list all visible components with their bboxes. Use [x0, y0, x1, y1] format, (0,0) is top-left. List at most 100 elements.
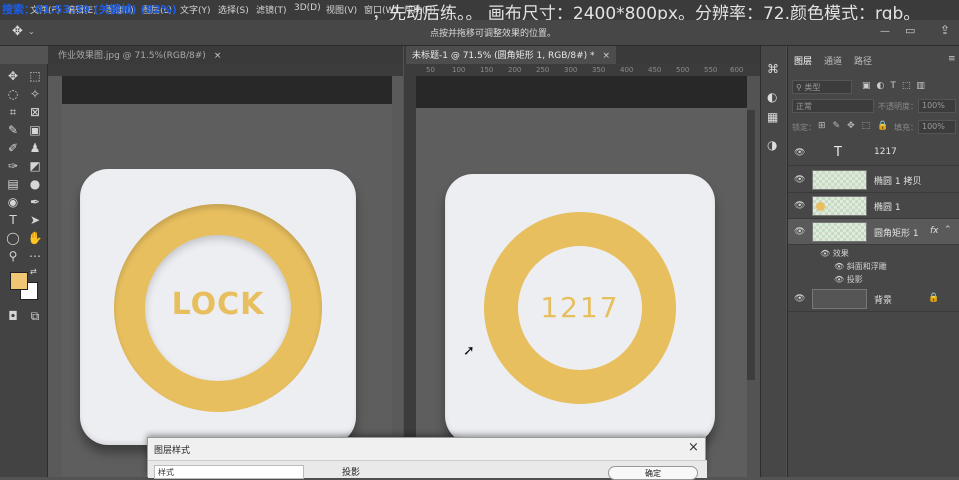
ruler-tick: 250 — [536, 66, 550, 74]
menu-select[interactable]: 选择(S) — [218, 3, 249, 16]
blur-tool-icon[interactable]: ● — [27, 176, 43, 192]
menu-view[interactable]: 视图(V) — [326, 3, 357, 16]
grid-icon[interactable]: ▦ — [767, 110, 778, 124]
marquee-tool-icon[interactable]: ⬚ — [27, 68, 43, 84]
visibility-eye-icon[interactable]: 👁 — [794, 148, 805, 158]
layer-row-ellipse[interactable]: 👁 椭圆 1 — [788, 193, 959, 219]
effect-label: 投影 — [846, 275, 863, 284]
opacity-field[interactable]: 100% — [918, 99, 956, 113]
minimize-icon[interactable]: — — [880, 26, 890, 37]
visibility-eye-icon[interactable]: 👁 — [820, 249, 833, 258]
visibility-eye-icon[interactable]: 👁 — [834, 275, 847, 284]
adjustments-icon[interactable]: ◐ — [767, 90, 777, 104]
magic-wand-icon[interactable]: ✧ — [27, 86, 43, 102]
hand-tool-icon[interactable]: ✋ — [27, 230, 43, 246]
layer-thumbnail — [812, 196, 867, 216]
zoom-tool-icon[interactable]: ⚲ — [5, 248, 21, 264]
vertical-scrollbar[interactable] — [747, 110, 755, 380]
ruler-tick: 200 — [508, 66, 522, 74]
more-tools-icon[interactable]: ⋯ — [27, 248, 43, 264]
options-hint: 点按并拖移可调整效果的位置。 — [430, 29, 557, 39]
opacity-label: 不透明度： — [878, 102, 918, 111]
history-brush-icon[interactable]: ✑ — [5, 158, 21, 174]
visibility-eye-icon[interactable]: 👁 — [834, 262, 847, 271]
layer-row-ellipse-copy[interactable]: 👁 椭圆 1 拷贝 — [788, 167, 959, 193]
move-tool-icon[interactable]: ✥ — [5, 68, 21, 84]
pen-tool-icon[interactable]: ✒ — [27, 194, 43, 210]
lock-icons[interactable]: ⊞✎✥⬚🔒 — [818, 121, 895, 131]
workspace-icon[interactable]: ▭ — [905, 24, 915, 37]
effect-drop-shadow[interactable]: 👁 投影 — [834, 274, 863, 285]
close-icon[interactable]: × — [688, 440, 699, 455]
collapse-arrow-icon[interactable]: ⌃ — [944, 225, 952, 235]
color-icon[interactable]: ◑ — [767, 138, 777, 152]
menu-filter[interactable]: 滤镜(T) — [256, 3, 287, 16]
ellipse-tool-icon[interactable]: ◯ — [5, 230, 21, 246]
menu-3d[interactable]: 3D(D) — [294, 3, 321, 13]
lock-text: LOCK — [171, 287, 265, 322]
document-canvas-left[interactable]: LOCK — [48, 76, 403, 477]
close-icon[interactable]: × — [603, 51, 611, 61]
tab-bar-left: 作业效果图.jpg @ 71.5%(RGB/8#) × — [48, 46, 403, 64]
dodge-tool-icon[interactable]: ◉ — [5, 194, 21, 210]
1217-text: 1217 — [540, 291, 620, 324]
ruler-tick: 100 — [452, 66, 466, 74]
effects-label: 效果 — [832, 249, 849, 258]
move-cursor-icon: ➚ — [463, 343, 475, 359]
visibility-eye-icon[interactable]: 👁 — [794, 294, 805, 304]
document-canvas-right[interactable]: 1217 ➚ — [416, 76, 747, 477]
crop-tool-icon[interactable]: ⌗ — [5, 104, 21, 120]
ruler-tick: 600 — [730, 66, 744, 74]
ok-button[interactable]: 确定 — [608, 466, 698, 480]
tab-paths[interactable]: 路径 — [854, 54, 872, 67]
visibility-eye-icon[interactable]: 👁 — [794, 175, 805, 185]
filter-icons[interactable]: ▣◐T⬚▥ — [862, 81, 931, 91]
tab-channels[interactable]: 通道 — [824, 54, 842, 67]
tab-label: 未标题-1 @ 71.5% (圆角矩形 1, RGB/8#) * — [412, 51, 595, 61]
eraser-tool-icon[interactable]: ◩ — [27, 158, 43, 174]
tab-document-left[interactable]: 作业效果图.jpg @ 71.5%(RGB/8#) × — [52, 46, 227, 64]
move-tool-icon[interactable]: ✥ — [12, 24, 23, 39]
layers-panel: 图层 通道 路径 ≡ ⚲ 类型 ▣◐T⬚▥ 正常 不透明度： 100% 锁定： … — [787, 46, 959, 477]
history-icon[interactable]: ⌘ — [767, 62, 779, 76]
layer-thumbnail — [812, 289, 867, 309]
chevron-down-icon[interactable]: ⌄ — [28, 27, 35, 36]
visibility-eye-icon[interactable]: 👁 — [794, 227, 805, 237]
panel-icon-strip: ⌘ ◐ ▦ ◑ — [760, 46, 786, 477]
foreground-color-front[interactable] — [10, 272, 28, 290]
brush-tool-icon[interactable]: ✐ — [5, 140, 21, 156]
panel-menu-icon[interactable]: ≡ — [948, 54, 956, 64]
layer-thumbnail — [812, 222, 867, 242]
gradient-tool-icon[interactable]: ▤ — [5, 176, 21, 192]
layer-row-text[interactable]: 👁 T 1217 — [788, 140, 959, 166]
tools-panel: ✥ ⬚ ◌ ✧ ⌗ ⊠ ✎ ▣ ✐ ♟ ✑ ◩ ▤ ● ◉ ✒ T ➤ ◯ ✋ … — [0, 64, 48, 477]
frame-tool-icon[interactable]: ⊠ — [27, 104, 43, 120]
quick-mask-icon[interactable]: ◘ — [5, 308, 21, 324]
tab-layers[interactable]: 图层 — [794, 54, 812, 67]
layer-filter-select[interactable]: ⚲ 类型 — [792, 80, 852, 94]
type-tool-icon[interactable]: T — [5, 212, 21, 228]
menu-type[interactable]: 文字(Y) — [180, 3, 211, 16]
ellipse-thumb-dot — [816, 202, 825, 211]
effects-group[interactable]: 👁 效果 — [820, 248, 849, 259]
fill-field[interactable]: 100% — [918, 120, 956, 134]
path-select-icon[interactable]: ➤ — [27, 212, 43, 228]
effect-bevel[interactable]: 👁 斜面和浮雕 — [834, 261, 887, 272]
visibility-eye-icon[interactable]: 👁 — [794, 201, 805, 211]
tab-document-right[interactable]: 未标题-1 @ 71.5% (圆角矩形 1, RGB/8#) * × — [406, 46, 617, 64]
fx-icon[interactable]: fx — [930, 226, 939, 236]
layer-row-rounded-rect[interactable]: 👁 圆角矩形 1 fx ⌃ — [788, 219, 959, 245]
layer-name: 圆角矩形 1 — [874, 229, 919, 239]
close-icon[interactable]: × — [214, 51, 222, 61]
eyedropper-icon[interactable]: ✎ — [5, 122, 21, 138]
blend-mode-select[interactable]: 正常 — [792, 99, 874, 113]
swap-colors-icon[interactable]: ⇄ — [30, 267, 37, 276]
effect-label: 斜面和浮雕 — [846, 262, 887, 271]
patch-tool-icon[interactable]: ▣ — [27, 122, 43, 138]
stamp-tool-icon[interactable]: ♟ — [27, 140, 43, 156]
layer-row-background[interactable]: 👁 背景 🔒 — [788, 286, 959, 312]
share-icon[interactable]: ⇪ — [940, 23, 950, 37]
lasso-tool-icon[interactable]: ◌ — [5, 86, 21, 102]
tab-label: 作业效果图.jpg @ 71.5%(RGB/8#) — [58, 51, 206, 61]
screen-mode-icon[interactable]: ⧉ — [27, 308, 43, 324]
